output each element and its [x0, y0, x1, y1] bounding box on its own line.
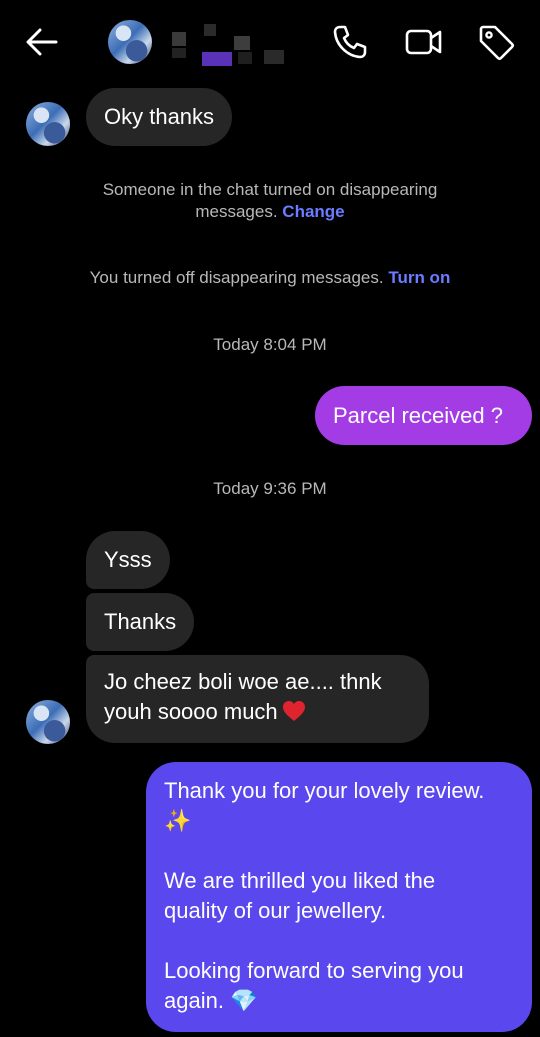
sparkles-emoji-icon: ✨ [164, 808, 192, 833]
video-camera-icon[interactable] [404, 22, 444, 62]
message-text: again. [164, 988, 224, 1013]
message-text: We are thrilled you liked the [164, 868, 436, 893]
message-text: Parcel received ? [333, 402, 503, 428]
tag-icon[interactable] [476, 22, 516, 62]
system-message-disappearing-off: You turned off disappearing messages. Tu… [0, 267, 540, 289]
gem-emoji-icon: 💎 [230, 988, 258, 1013]
sender-avatar[interactable] [26, 102, 70, 146]
sent-message[interactable]: Thank you for your lovely review. ✨ We a… [146, 762, 532, 1032]
sent-message[interactable]: Parcel received ? [315, 386, 532, 445]
sender-avatar[interactable] [26, 700, 70, 744]
change-link[interactable]: Change [282, 202, 344, 221]
message-text: Thank you for your lovely review. [164, 778, 485, 803]
contact-avatar[interactable] [108, 20, 152, 64]
message-text: youh soooo much [104, 699, 278, 724]
timestamp: Today 8:04 PM [213, 335, 327, 354]
received-message[interactable]: Thanks [86, 593, 195, 651]
message-text: quality of our jewellery. [164, 898, 387, 923]
message-text: Ysss [104, 547, 152, 572]
received-message[interactable]: Jo cheez boli woe ae.... thnk youh soooo… [86, 655, 429, 743]
turn-on-link[interactable]: Turn on [388, 268, 450, 287]
system-text: You turned off disappearing messages. [89, 268, 384, 287]
system-message-disappearing-on: Someone in the chat turned on disappeari… [0, 179, 540, 223]
phone-icon[interactable] [330, 22, 370, 62]
back-arrow-icon[interactable] [22, 22, 62, 62]
contact-name-redacted[interactable] [172, 22, 292, 66]
chat-header [0, 0, 540, 82]
message-text: Thanks [104, 609, 177, 634]
heart-emoji-icon [282, 701, 305, 721]
received-message[interactable]: Ysss [86, 531, 170, 589]
system-text: Someone in the chat turned on disappeari… [102, 180, 438, 199]
received-message[interactable]: Oky thanks [86, 88, 233, 146]
message-text: Jo cheez boli woe ae.... thnk [104, 669, 382, 694]
system-text: messages. [195, 202, 278, 221]
timestamp: Today 9:36 PM [213, 479, 327, 498]
message-text: Looking forward to serving you [164, 958, 464, 983]
message-text: Oky thanks [104, 104, 215, 129]
